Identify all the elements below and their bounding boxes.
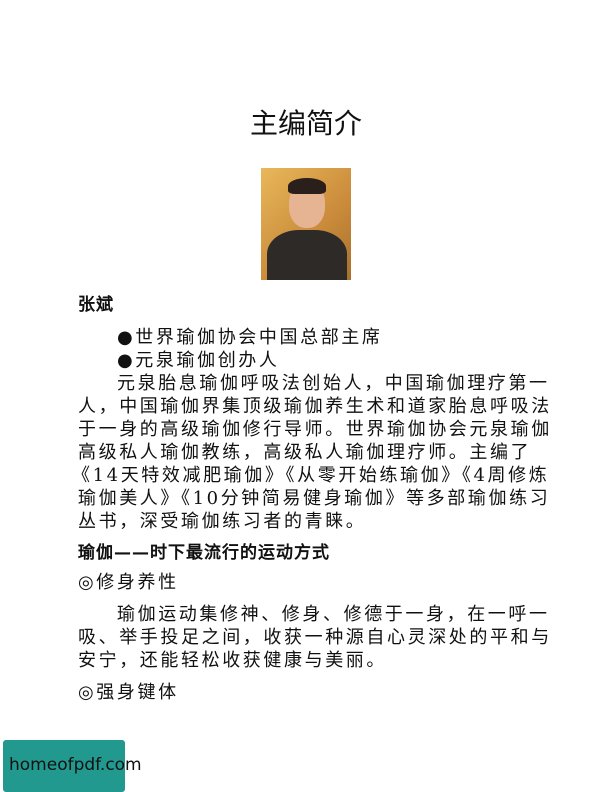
bio-line: 丛书，深受瑜伽练习者的青睐。 <box>78 511 367 532</box>
subheading: ◎修身养性 <box>78 572 179 593</box>
page-title: 主编简介 <box>249 107 362 140</box>
author-name: 张斌 <box>78 295 114 315</box>
section-heading: 瑜伽——时下最流行的运动方式 <box>78 543 330 563</box>
watermark-text: homeofpdf.com <box>9 755 142 775</box>
author-photo <box>261 168 351 280</box>
paragraph-line: 安宁，还能轻松收获健康与美丽。 <box>78 650 387 671</box>
watermark-badge: homeofpdf.com <box>3 740 142 792</box>
subheading: ◎强身键体 <box>78 682 179 703</box>
